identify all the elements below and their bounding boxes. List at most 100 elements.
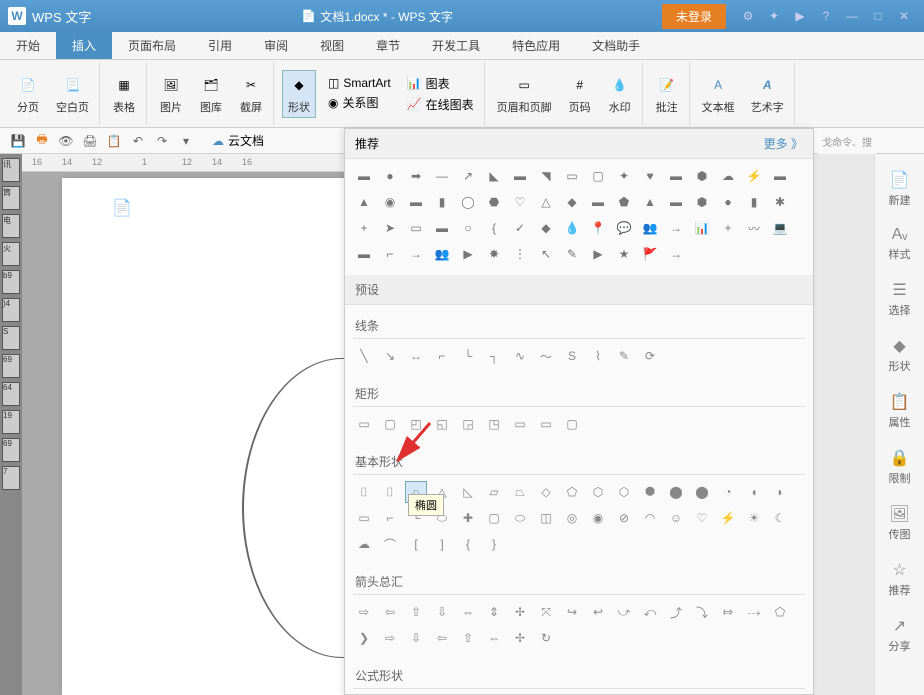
shape-decagon[interactable]: ⬤ xyxy=(665,481,687,503)
arrow-striped[interactable]: ⤇ xyxy=(717,601,739,623)
shape-moon[interactable]: ☾ xyxy=(769,507,791,529)
watermark-button[interactable]: 💧 水印 xyxy=(604,71,636,117)
shape-zigzag[interactable]: 〰 xyxy=(743,217,765,239)
shape-hexagon[interactable]: ⬡ xyxy=(587,481,609,503)
forward-icon[interactable]: ▶ xyxy=(788,4,812,28)
arrow-right[interactable]: ⇨ xyxy=(353,601,375,623)
shape-callout2[interactable]: ◥ xyxy=(535,165,557,187)
shape-heptagon[interactable]: ⬡ xyxy=(613,481,635,503)
shape-tall[interactable]: ▮ xyxy=(743,191,765,213)
arrow-leftright[interactable]: ⇔ xyxy=(457,601,479,623)
shape-chord[interactable]: ◖ xyxy=(743,481,765,503)
shape-arrow2[interactable]: ➤ xyxy=(379,217,401,239)
rect-round-all[interactable]: ▢ xyxy=(561,413,583,435)
shape-arrow[interactable]: ↗ xyxy=(457,165,479,187)
arrow-tri[interactable]: ⤧ xyxy=(535,601,557,623)
preview-icon[interactable]: 👁 xyxy=(56,131,76,151)
shape-flag2[interactable]: ▶ xyxy=(457,243,479,265)
page-number-button[interactable]: # 页码 xyxy=(564,71,596,117)
shape-brace[interactable]: { xyxy=(483,217,505,239)
arrow-down[interactable]: ⇩ xyxy=(431,601,453,623)
arrow-circular[interactable]: ↻ xyxy=(535,627,557,649)
arrow-chevron[interactable]: ❯ xyxy=(353,627,375,649)
thumbnail[interactable]: 64 xyxy=(2,382,20,406)
shape-pie[interactable]: ◔ xyxy=(717,481,739,503)
shape-text-vertical[interactable]: ⌷ xyxy=(379,481,401,503)
thumbnail[interactable]: 19 xyxy=(2,410,20,434)
shape-arrow-right[interactable]: ➡ xyxy=(405,165,427,187)
shape-bolt[interactable]: ⚡ xyxy=(743,165,765,187)
shape-bracket-l[interactable]: [ xyxy=(405,533,427,555)
thumbnail[interactable]: S xyxy=(2,326,20,350)
rect-round2[interactable]: ▭ xyxy=(509,413,531,435)
shape-phone[interactable]: ▮ xyxy=(431,191,453,213)
line-elbow2[interactable]: └ xyxy=(457,345,479,367)
plus-icon[interactable]: ✦ xyxy=(762,4,786,28)
arrow-curved-d[interactable]: ⤵ xyxy=(691,601,713,623)
table-button[interactable]: ▦ 表格 xyxy=(108,71,140,117)
help-icon[interactable]: ? xyxy=(814,4,838,28)
tab-references[interactable]: 引用 xyxy=(192,32,248,59)
shape-speech[interactable]: ▬ xyxy=(509,165,531,187)
shape-flag[interactable]: ▲ xyxy=(639,191,661,213)
shape-heart[interactable]: ♥ xyxy=(639,165,661,187)
shape-lightning[interactable]: ⚡ xyxy=(717,507,739,529)
arrow-curved-u[interactable]: ⤴ xyxy=(665,601,687,623)
shape-rect6[interactable]: ▬ xyxy=(353,243,375,265)
chart-button[interactable]: 📊图表 xyxy=(403,74,478,93)
arrow-callout-q[interactable]: ✢ xyxy=(509,627,531,649)
shape-brace-r[interactable]: } xyxy=(483,533,505,555)
arrow-callout-d[interactable]: ⇩ xyxy=(405,627,427,649)
tab-page-layout[interactable]: 页面布局 xyxy=(112,32,192,59)
gallery-button[interactable]: 🗂 图库 xyxy=(195,71,227,117)
header-footer-button[interactable]: ▭ 页眉和页脚 xyxy=(493,71,556,117)
arrow-callout-r[interactable]: ⇨ xyxy=(379,627,401,649)
arrow-bent[interactable]: ↪ xyxy=(561,601,583,623)
rp-select[interactable]: ☰选择 xyxy=(875,274,924,324)
shape-drop[interactable]: 💧 xyxy=(561,217,583,239)
shape-dots[interactable]: ⋮ xyxy=(509,243,531,265)
arrow-curved-l[interactable]: ⤺ xyxy=(639,601,661,623)
arrow-callout-l[interactable]: ⇦ xyxy=(431,627,453,649)
print2-icon[interactable]: 🖨 xyxy=(80,131,100,151)
shape-octagon[interactable]: ⯃ xyxy=(639,481,661,503)
shape-triangle[interactable]: ▲ xyxy=(353,191,375,213)
shape-rounded[interactable]: ◉ xyxy=(379,191,401,213)
undo-icon[interactable]: ↶ xyxy=(128,131,148,151)
shape-arc2[interactable]: ⌒ xyxy=(379,533,401,555)
thumbnail[interactable]: 69 xyxy=(2,354,20,378)
shape-can[interactable]: ⬭ xyxy=(509,507,531,529)
shape-diamond2[interactable]: ◆ xyxy=(535,217,557,239)
shape-button[interactable]: ◆ 形状 xyxy=(282,70,316,118)
shape-bracket-r[interactable]: ] xyxy=(431,533,453,555)
arrow-quad[interactable]: ✢ xyxy=(509,601,531,623)
shape-donut[interactable]: ◉ xyxy=(587,507,609,529)
tab-start[interactable]: 开始 xyxy=(0,32,56,59)
shape-heart2[interactable]: ♡ xyxy=(509,191,531,213)
more-shapes-link[interactable]: 更多 》 xyxy=(764,135,803,152)
dropdown-icon[interactable]: ▾ xyxy=(176,131,196,151)
tab-insert[interactable]: 插入 xyxy=(56,32,112,59)
rect-round-diag[interactable]: ▭ xyxy=(535,413,557,435)
shape-book[interactable]: ▬ xyxy=(665,191,687,213)
close-button[interactable]: ✕ xyxy=(892,4,916,28)
redo-icon[interactable]: ↷ xyxy=(152,131,172,151)
line-s[interactable]: S xyxy=(561,345,583,367)
shape-circle2[interactable]: ● xyxy=(717,191,739,213)
thumbnail[interactable]: 讯 xyxy=(2,158,20,182)
line-straight[interactable]: ╲ xyxy=(353,345,375,367)
thumbnail[interactable]: 火 xyxy=(2,242,20,266)
smartart-button[interactable]: ◫SmartArt xyxy=(324,75,395,91)
print-icon[interactable]: 🖶 xyxy=(32,131,52,151)
shape-shield[interactable]: ⬣ xyxy=(483,191,505,213)
page-break-button[interactable]: 📄 分页 xyxy=(12,71,44,117)
thumbnail[interactable]: b9 xyxy=(2,270,20,294)
shape-star4[interactable]: ✦ xyxy=(613,165,635,187)
shape-right-triangle[interactable]: ◺ xyxy=(457,481,479,503)
settings-icon[interactable]: ⚙ xyxy=(736,4,760,28)
paste-icon[interactable]: 📋 xyxy=(104,131,124,151)
shape-rect3[interactable]: ▬ xyxy=(769,165,791,187)
online-chart-button[interactable]: 📈在线图表 xyxy=(403,95,478,114)
shape-heart3[interactable]: ♡ xyxy=(691,507,713,529)
shape-monitor[interactable]: ▭ xyxy=(405,217,427,239)
